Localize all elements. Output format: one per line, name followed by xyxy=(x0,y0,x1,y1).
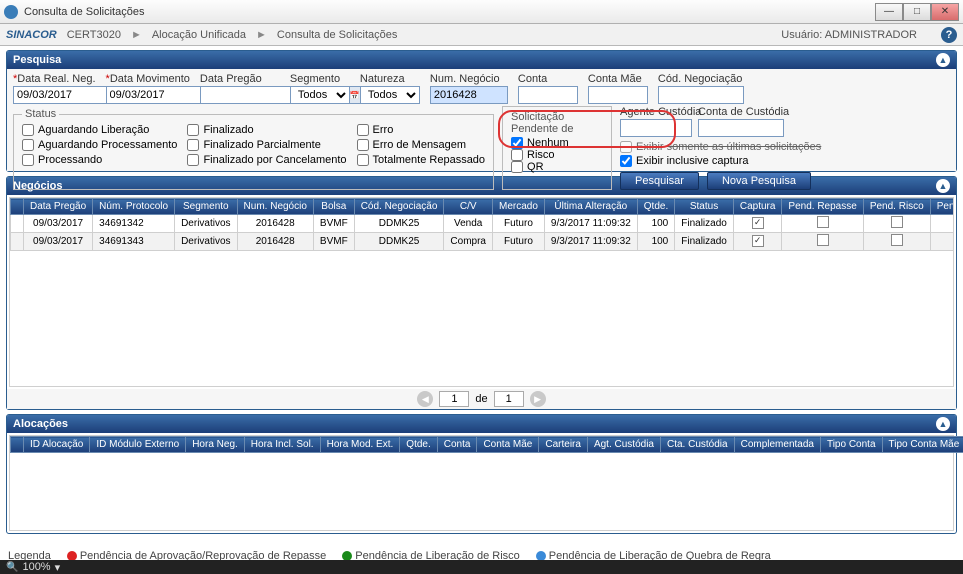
close-button[interactable]: ✕ xyxy=(931,3,959,21)
chk-pending-qr[interactable] xyxy=(511,161,523,173)
col-num-negocio[interactable]: Num. Negócio xyxy=(237,199,313,215)
breadcrumb-sep: ► xyxy=(131,29,142,41)
window-titlebar: Consulta de Solicitações — □ ✕ xyxy=(0,0,963,24)
col-captura[interactable]: Captura xyxy=(733,199,782,215)
col-pend-quebra[interactable]: Pend. Quebra Regra xyxy=(930,199,954,215)
col-data-pregao[interactable]: Data Pregão xyxy=(24,199,93,215)
select-segmento[interactable]: Todos xyxy=(290,86,350,104)
pager-page-input[interactable] xyxy=(439,391,469,407)
zoom-level: 100% xyxy=(22,561,50,573)
label-conta-mae: Conta Mãe xyxy=(588,73,648,85)
chk-exibir-inclusive[interactable] xyxy=(620,155,632,167)
pending-label: Solicitação Pendente de xyxy=(511,111,603,135)
table-header-row: ID Alocação ID Módulo Externo Hora Neg. … xyxy=(11,437,963,453)
user-label: Usuário: ADMINISTRADOR xyxy=(781,29,917,41)
collapse-icon[interactable]: ▲ xyxy=(936,53,950,67)
label-conta-custodia: Conta de Custódia xyxy=(698,106,784,118)
breadcrumb-item[interactable]: Alocação Unificada xyxy=(152,29,246,41)
pesquisar-button[interactable]: Pesquisar xyxy=(620,172,699,190)
pager-de: de xyxy=(475,393,487,405)
status-legend: Status xyxy=(22,108,59,120)
col-status[interactable]: Status xyxy=(675,199,734,215)
input-conta[interactable] xyxy=(518,86,578,104)
label-natureza: Natureza xyxy=(360,73,420,85)
app-icon xyxy=(4,5,18,19)
breadcrumb-item[interactable]: Consulta de Solicitações xyxy=(277,29,397,41)
select-natureza[interactable]: Todos xyxy=(360,86,420,104)
pager-next-icon[interactable]: ▶ xyxy=(530,391,546,407)
chk-aguardando-processamento[interactable] xyxy=(22,139,34,151)
breadcrumb: SINACOR CERT3020 ► Alocação Unificada ► … xyxy=(0,24,963,46)
table-row[interactable]: 09/03/201734691343Derivativos2016428BVMF… xyxy=(11,233,955,251)
zoom-dropdown-icon[interactable]: ▾ xyxy=(55,561,61,574)
table-header-row: Data Pregão Núm. Protocolo Segmento Num.… xyxy=(11,199,955,215)
logo: SINACOR xyxy=(6,29,57,41)
minimize-button[interactable]: — xyxy=(875,3,903,21)
col-segmento[interactable]: Segmento xyxy=(175,199,237,215)
label-conta: Conta xyxy=(518,73,578,85)
col-ultima[interactable]: Última Alteração xyxy=(544,199,637,215)
panel-pesquisa: Pesquisa ▲ Data Real. Neg. 📅 Data Movime… xyxy=(6,50,957,172)
collapse-icon[interactable]: ▲ xyxy=(936,417,950,431)
col-pend-risco[interactable]: Pend. Risco xyxy=(863,199,930,215)
pager-prev-icon[interactable]: ◀ xyxy=(417,391,433,407)
col-pend-repasse[interactable]: Pend. Repasse xyxy=(782,199,863,215)
panel-title: Pesquisa xyxy=(13,54,61,66)
label-data-pregao: Data Pregão xyxy=(200,73,280,85)
panel-title: Alocações xyxy=(13,418,68,430)
chk-exibir-somente[interactable] xyxy=(620,141,632,153)
col-protocolo[interactable]: Núm. Protocolo xyxy=(93,199,175,215)
breadcrumb-item[interactable]: CERT3020 xyxy=(67,29,121,41)
col-bolsa[interactable]: Bolsa xyxy=(313,199,354,215)
panel-alocacoes: Alocações ▲ ID Alocação ID Módulo Extern… xyxy=(6,414,957,534)
negocios-grid: Data Pregão Núm. Protocolo Segmento Num.… xyxy=(10,198,954,251)
chk-finalizado-parcialmente[interactable] xyxy=(187,139,199,151)
pending-fieldset: Solicitação Pendente de Nenhum Risco QR xyxy=(502,106,612,190)
label-cod-negociacao: Cód. Negociação xyxy=(658,73,744,85)
chk-aguardando-liberacao[interactable] xyxy=(22,124,34,136)
chk-erro[interactable] xyxy=(357,124,369,136)
status-fieldset: Status Aguardando Liberação Aguardando P… xyxy=(13,108,494,190)
pager-total xyxy=(494,391,524,407)
statusbar: 🔍 100% ▾ xyxy=(0,560,963,574)
pager: ◀ de ▶ xyxy=(7,389,956,409)
table-row[interactable]: 09/03/201734691342Derivativos2016428BVMF… xyxy=(11,215,955,233)
alocacoes-grid: ID Alocação ID Módulo Externo Hora Neg. … xyxy=(10,436,963,453)
col-cod-negociacao[interactable]: Cód. Negociação xyxy=(354,199,444,215)
col-qtde[interactable]: Qtde. xyxy=(637,199,674,215)
label-data-real-neg: Data Real. Neg. xyxy=(13,73,96,85)
chk-finalizado[interactable] xyxy=(187,124,199,136)
input-agente-custodia[interactable] xyxy=(620,119,692,137)
input-conta-mae[interactable] xyxy=(588,86,648,104)
maximize-button[interactable]: □ xyxy=(903,3,931,21)
panel-negocios: Negócios ▲ Data Pregão Núm. Protocolo Se… xyxy=(6,176,957,410)
chk-erro-mensagem[interactable] xyxy=(357,139,369,151)
chk-finalizado-cancelamento[interactable] xyxy=(187,154,199,166)
window-title: Consulta de Solicitações xyxy=(24,6,875,18)
zoom-icon[interactable]: 🔍 xyxy=(6,562,18,573)
col-cv[interactable]: C/V xyxy=(444,199,493,215)
input-cod-negociacao[interactable] xyxy=(658,86,744,104)
panel-header-alocacoes[interactable]: Alocações ▲ xyxy=(7,415,956,433)
help-icon[interactable]: ? xyxy=(941,27,957,43)
col-mercado[interactable]: Mercado xyxy=(492,199,544,215)
input-num-negocio[interactable] xyxy=(430,86,508,104)
nova-pesquisa-button[interactable]: Nova Pesquisa xyxy=(707,172,811,190)
chk-pending-risco[interactable] xyxy=(511,149,523,161)
label-segmento: Segmento xyxy=(290,73,350,85)
breadcrumb-sep: ► xyxy=(256,29,267,41)
chk-totalmente-repassado[interactable] xyxy=(357,154,369,166)
chk-processando[interactable] xyxy=(22,154,34,166)
chk-pending-nenhum[interactable] xyxy=(511,137,523,149)
panel-header-pesquisa[interactable]: Pesquisa ▲ xyxy=(7,51,956,69)
label-data-movimento: Data Movimento xyxy=(106,73,190,85)
label-num-negocio: Num. Negócio xyxy=(430,73,508,85)
input-conta-custodia[interactable] xyxy=(698,119,784,137)
label-agente-custodia: Agente Custódia xyxy=(620,106,692,118)
